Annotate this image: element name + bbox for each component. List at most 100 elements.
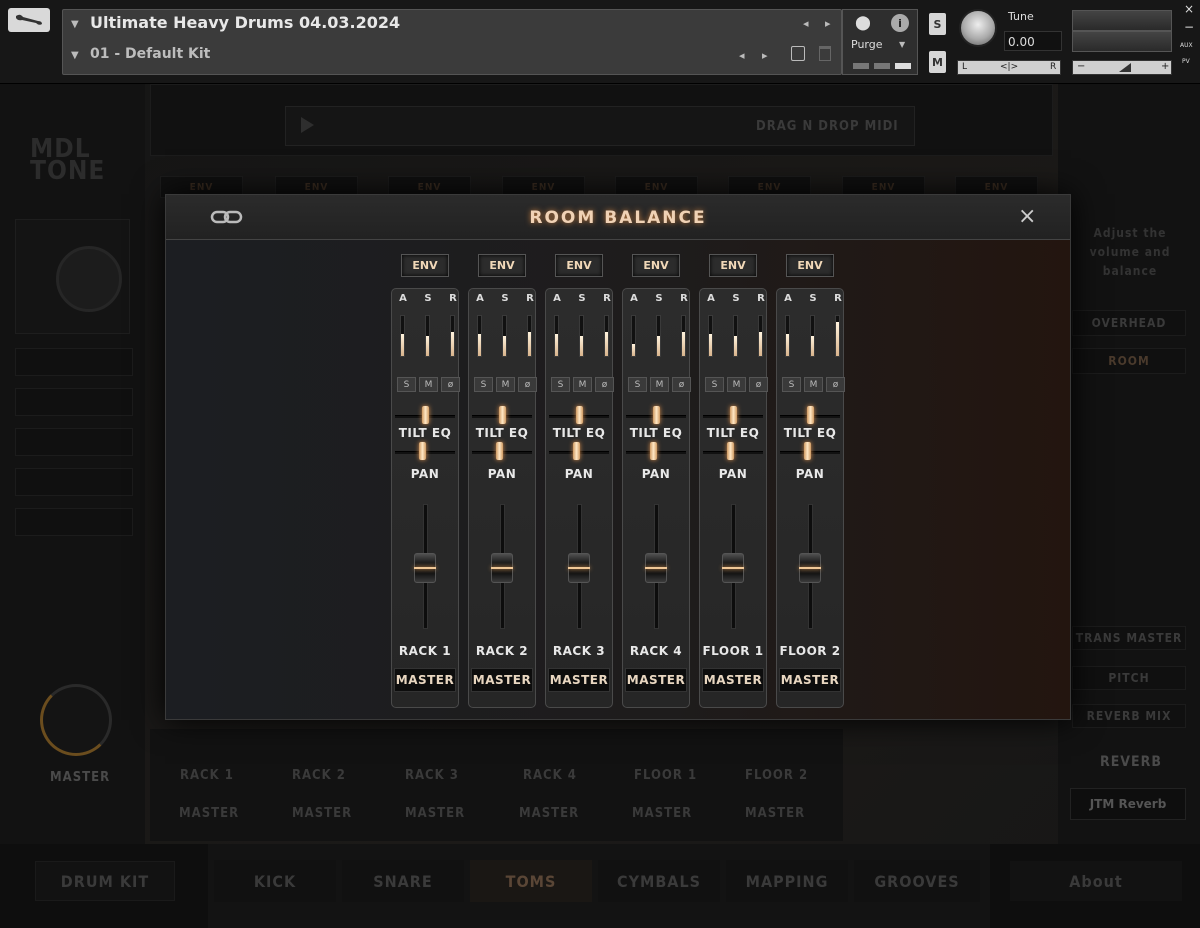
output-select[interactable]: MASTER bbox=[548, 668, 610, 692]
solo-button[interactable]: S bbox=[929, 13, 946, 35]
solo-button[interactable]: S bbox=[705, 377, 724, 392]
env-button[interactable]: ENV bbox=[401, 254, 449, 277]
mapping-slot[interactable] bbox=[15, 348, 133, 376]
mute-button[interactable]: M bbox=[496, 377, 515, 392]
asr-slider-s[interactable] bbox=[810, 315, 815, 357]
tilt-eq-thumb[interactable] bbox=[576, 406, 583, 424]
asr-slider-r[interactable] bbox=[681, 315, 686, 357]
tab-grooves[interactable]: GROOVES bbox=[854, 860, 980, 902]
channel-output-bg[interactable]: MASTER bbox=[632, 806, 692, 821]
minimize-window-icon[interactable]: − bbox=[1184, 20, 1194, 34]
mapping-slot[interactable] bbox=[15, 428, 133, 456]
tune-knob[interactable] bbox=[959, 9, 997, 47]
asr-slider-a[interactable] bbox=[477, 315, 482, 357]
channel-output-bg[interactable]: MASTER bbox=[179, 806, 239, 821]
purge-dropdown-icon[interactable]: ▼ bbox=[899, 40, 905, 49]
tilt-eq-thumb[interactable] bbox=[653, 406, 660, 424]
aux-label[interactable]: AUX bbox=[1180, 42, 1193, 49]
volume-fader-handle[interactable] bbox=[568, 553, 590, 583]
next-preset-icon[interactable]: ▸ bbox=[762, 49, 768, 62]
mute-button[interactable]: M bbox=[650, 377, 669, 392]
env-button[interactable]: ENV bbox=[555, 254, 603, 277]
solo-button[interactable]: S bbox=[628, 377, 647, 392]
pitch-control[interactable]: PITCH bbox=[1072, 666, 1186, 690]
pv-label[interactable]: PV bbox=[1182, 58, 1190, 65]
play-icon[interactable] bbox=[301, 117, 314, 133]
asr-slider-r[interactable] bbox=[450, 315, 455, 357]
preset-dropdown-icon[interactable]: ▼ bbox=[71, 50, 79, 61]
tilt-eq-thumb[interactable] bbox=[422, 406, 429, 424]
instrument-title[interactable]: Ultimate Heavy Drums 04.03.2024 bbox=[90, 13, 400, 32]
output-select[interactable]: MASTER bbox=[625, 668, 687, 692]
asr-slider-a[interactable] bbox=[631, 315, 636, 357]
volume-fader-handle[interactable] bbox=[722, 553, 744, 583]
tilt-eq-thumb[interactable] bbox=[730, 406, 737, 424]
solo-button[interactable]: S bbox=[551, 377, 570, 392]
asr-slider-s[interactable] bbox=[733, 315, 738, 357]
asr-slider-a[interactable] bbox=[554, 315, 559, 357]
solo-button[interactable]: S bbox=[474, 377, 493, 392]
output-select[interactable]: MASTER bbox=[471, 668, 533, 692]
reverb-mix-control[interactable]: REVERB MIX bbox=[1072, 704, 1186, 728]
output-select[interactable]: MASTER bbox=[779, 668, 841, 692]
asr-slider-r[interactable] bbox=[758, 315, 763, 357]
output-select[interactable]: MASTER bbox=[394, 668, 456, 692]
midi-drop-area[interactable]: DRAG N DROP MIDI bbox=[285, 106, 915, 146]
pan-thumb[interactable] bbox=[419, 442, 426, 460]
asr-slider-r[interactable] bbox=[835, 315, 840, 357]
mute-button[interactable]: M bbox=[573, 377, 592, 392]
asr-slider-r[interactable] bbox=[604, 315, 609, 357]
mapping-slot[interactable] bbox=[15, 468, 133, 496]
channel-output-bg[interactable]: MASTER bbox=[519, 806, 579, 821]
tab-about[interactable]: About bbox=[1010, 861, 1182, 901]
mute-button[interactable]: M bbox=[727, 377, 746, 392]
delete-icon[interactable] bbox=[819, 46, 831, 61]
output-select[interactable]: MASTER bbox=[702, 668, 764, 692]
close-icon[interactable]: × bbox=[1018, 204, 1036, 229]
tab-toms[interactable]: TOMS bbox=[470, 860, 592, 902]
tab-cymbals[interactable]: CYMBALS bbox=[598, 860, 720, 902]
mute-button[interactable]: M bbox=[929, 51, 946, 73]
reverb-preset-select[interactable]: JTM Reverb bbox=[1070, 788, 1186, 820]
phase-button[interactable]: ø bbox=[518, 377, 537, 392]
purge-menu[interactable]: Purge bbox=[851, 38, 883, 51]
next-instrument-icon[interactable]: ▸ bbox=[825, 17, 831, 30]
asr-slider-s[interactable] bbox=[579, 315, 584, 357]
tilt-eq-thumb[interactable] bbox=[807, 406, 814, 424]
phase-button[interactable]: ø bbox=[595, 377, 614, 392]
solo-button[interactable]: S bbox=[782, 377, 801, 392]
trans-master-button[interactable]: TRANS MASTER bbox=[1072, 626, 1186, 650]
asr-slider-a[interactable] bbox=[785, 315, 790, 357]
instrument-dropdown-icon[interactable]: ▼ bbox=[71, 19, 79, 30]
mapping-slot[interactable] bbox=[15, 508, 133, 536]
preset-name[interactable]: 01 - Default Kit bbox=[90, 46, 210, 62]
channel-output-bg[interactable]: MASTER bbox=[745, 806, 805, 821]
asr-slider-a[interactable] bbox=[400, 315, 405, 357]
env-button[interactable]: ENV bbox=[478, 254, 526, 277]
env-button[interactable]: ENV bbox=[632, 254, 680, 277]
tab-mapping[interactable]: MAPPING bbox=[726, 860, 848, 902]
tab-snare[interactable]: SNARE bbox=[342, 860, 464, 902]
overhead-button[interactable]: OVERHEAD bbox=[1072, 310, 1186, 336]
master-knob[interactable] bbox=[40, 684, 112, 756]
solo-button[interactable]: S bbox=[397, 377, 416, 392]
env-button[interactable]: ENV bbox=[786, 254, 834, 277]
phase-button[interactable]: ø bbox=[672, 377, 691, 392]
prev-preset-icon[interactable]: ◂ bbox=[739, 49, 745, 62]
mute-button[interactable]: M bbox=[804, 377, 823, 392]
pan-thumb[interactable] bbox=[727, 442, 734, 460]
pan-thumb[interactable] bbox=[804, 442, 811, 460]
channel-output-bg[interactable]: MASTER bbox=[292, 806, 352, 821]
asr-slider-s[interactable] bbox=[425, 315, 430, 357]
pan-thumb[interactable] bbox=[573, 442, 580, 460]
env-button[interactable]: ENV bbox=[709, 254, 757, 277]
close-window-icon[interactable]: × bbox=[1184, 2, 1194, 16]
info-icon[interactable]: i bbox=[891, 14, 909, 32]
mapping-slot[interactable] bbox=[15, 388, 133, 416]
volume-fader-handle[interactable] bbox=[414, 553, 436, 583]
wrench-icon[interactable] bbox=[8, 8, 50, 32]
camera-icon[interactable]: ⬤ bbox=[853, 14, 873, 32]
prev-instrument-icon[interactable]: ◂ bbox=[803, 17, 809, 30]
mute-button[interactable]: M bbox=[419, 377, 438, 392]
volume-slider[interactable]: − + bbox=[1072, 60, 1172, 75]
